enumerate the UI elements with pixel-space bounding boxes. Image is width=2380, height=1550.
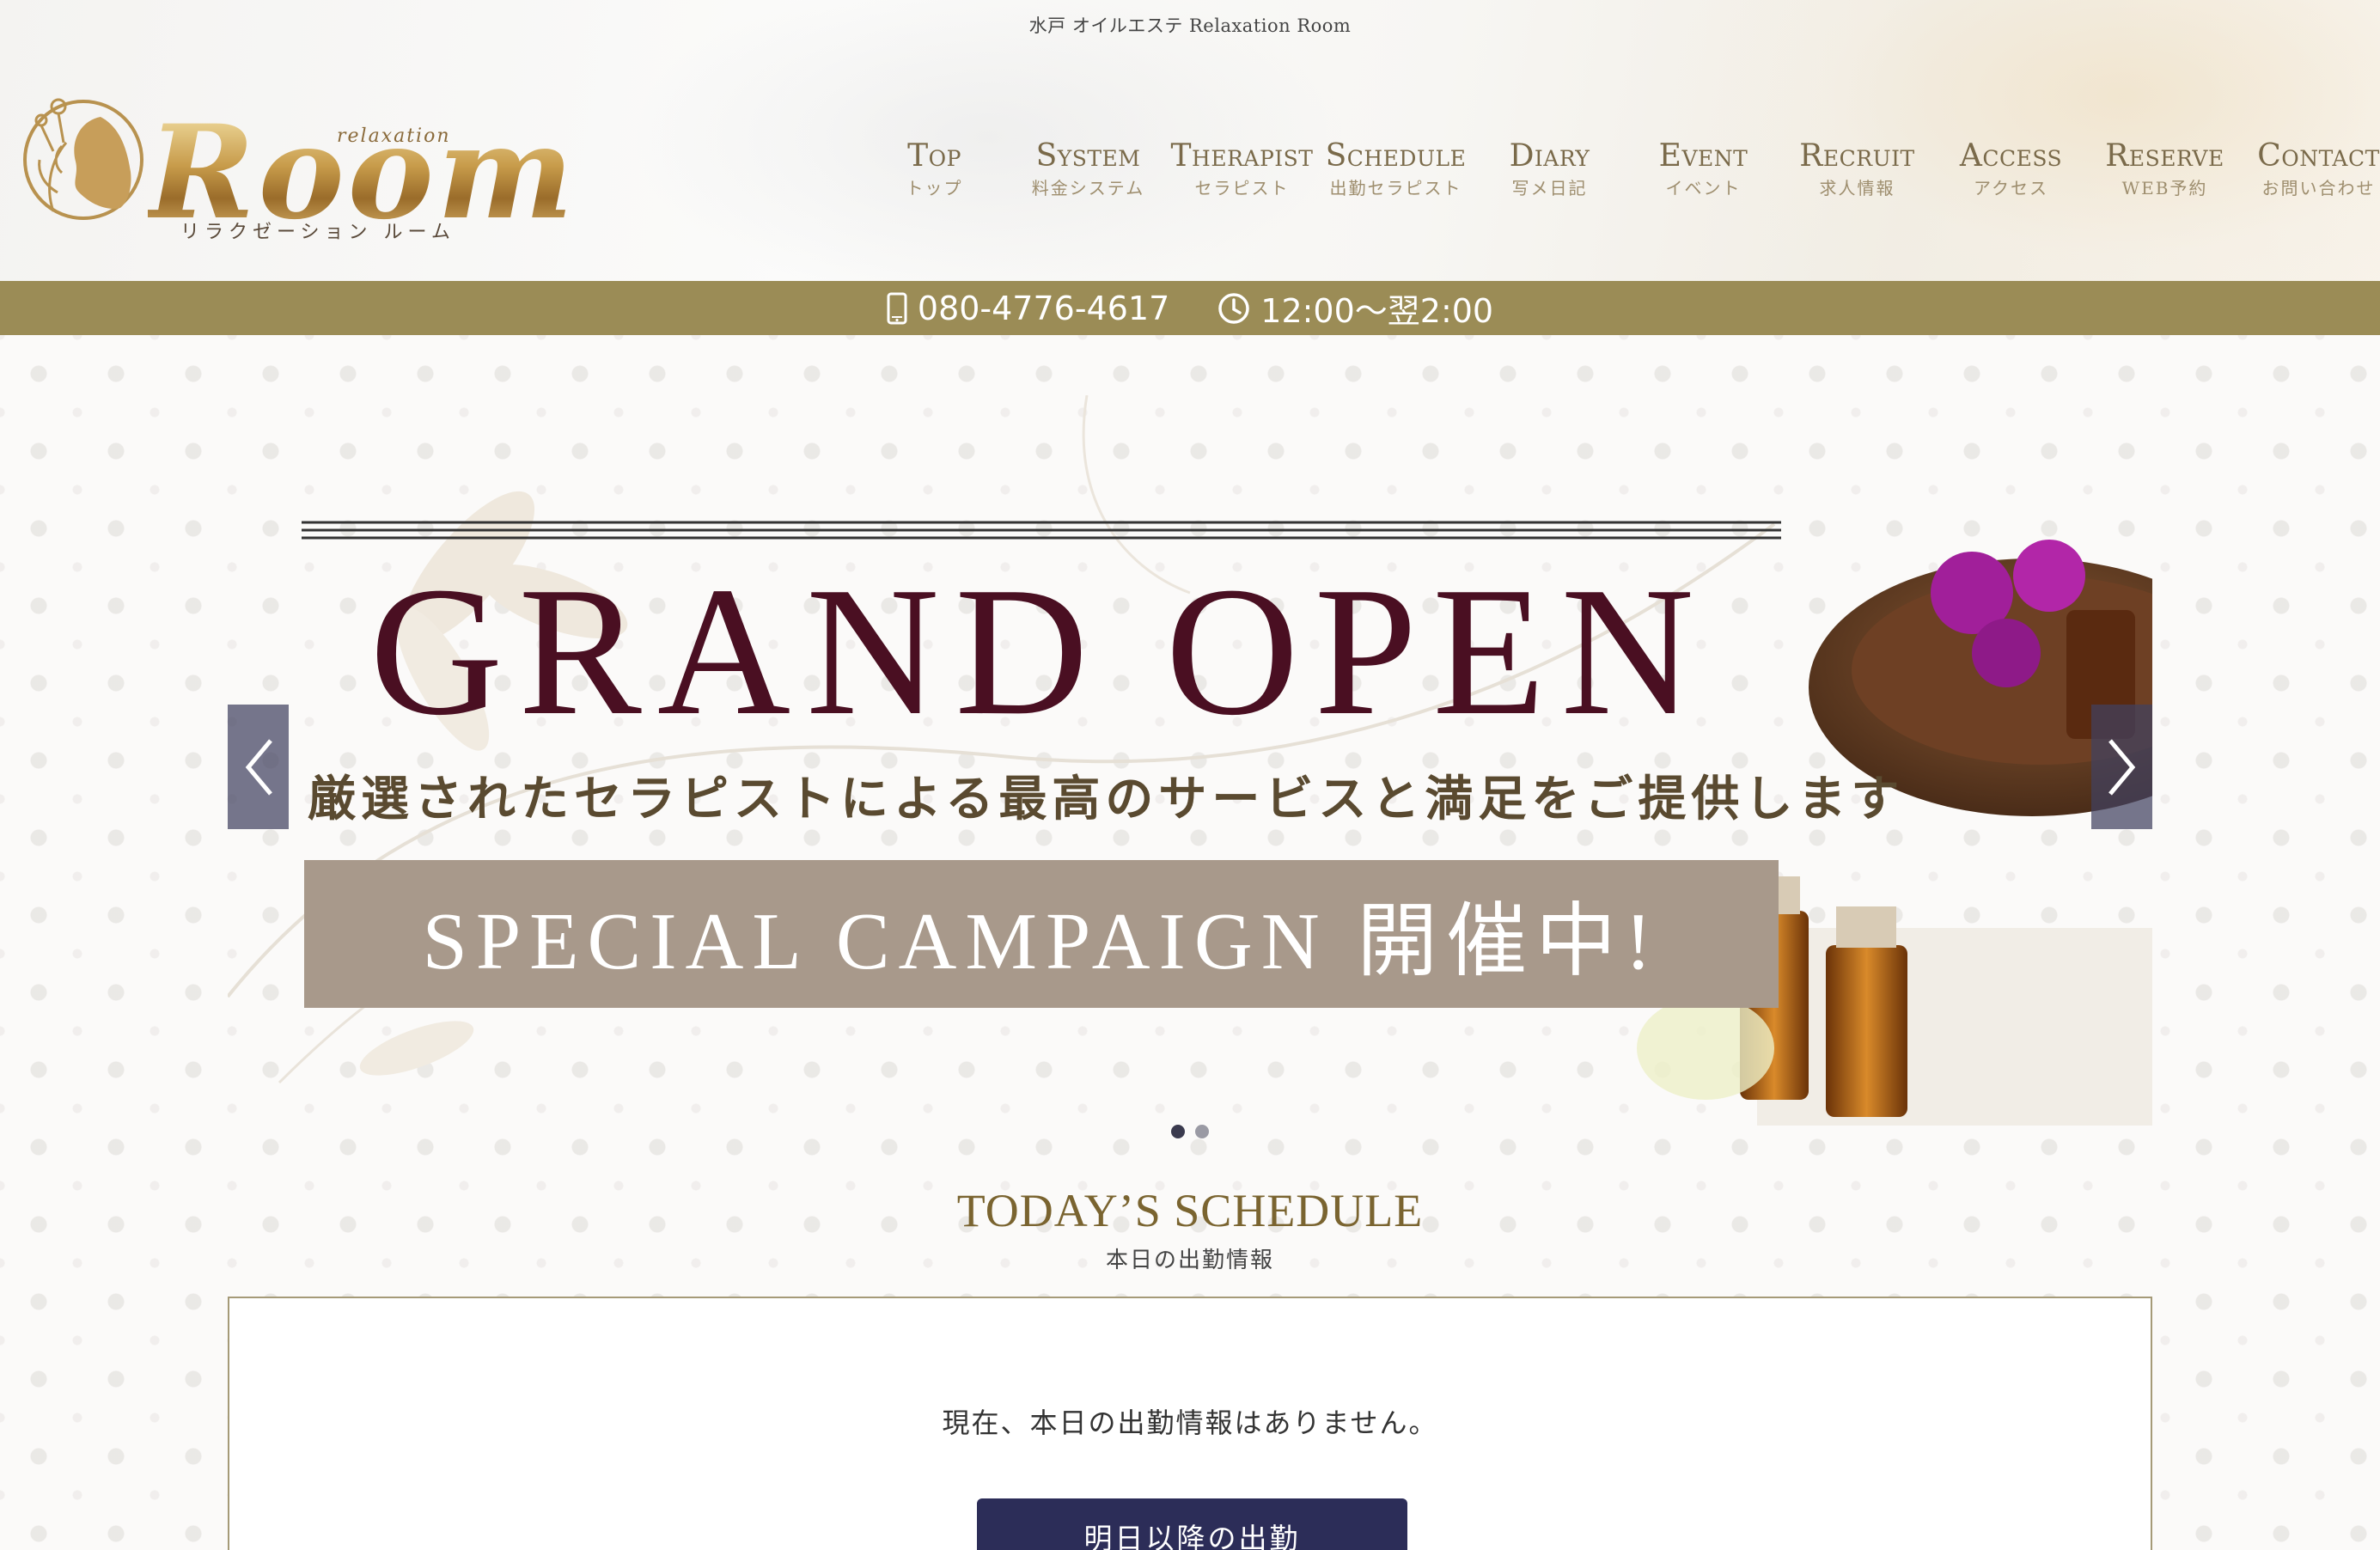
nav-label: Therapist (1170, 138, 1314, 174)
phone-link[interactable]: 080-4776-4617 (887, 290, 1169, 327)
nav-sublabel: 出勤セラピスト (1329, 178, 1462, 198)
nav-item-top[interactable]: Top トップ (857, 136, 1011, 204)
nav-label: Reserve (2105, 138, 2224, 174)
slider-dot-2[interactable] (1195, 1125, 1209, 1138)
nav-item-therapist[interactable]: Therapist セラピスト (1165, 136, 1319, 204)
nav-item-contact[interactable]: Contact お問い合わせ (2242, 136, 2380, 204)
nav-sublabel: 求人情報 (1819, 178, 1895, 198)
hours-text: 12:00～翌2:00 (1260, 292, 1494, 330)
nav-label: Top (907, 138, 961, 174)
slider-dot-1[interactable] (1171, 1125, 1185, 1138)
nav-item-diary[interactable]: Diary 写メ日記 (1473, 136, 1626, 204)
nav-sublabel: 写メ日記 (1511, 178, 1588, 198)
clock-icon (1218, 292, 1250, 324)
nav-item-access[interactable]: Access アクセス (1934, 136, 2088, 204)
hero-slider: GRAND OPEN 厳選されたセラピストによる最高のサービスと満足をご提供しま… (228, 395, 2152, 1126)
future-schedule-button[interactable]: 明日以降の出勤 (977, 1498, 1407, 1550)
schedule-panel: 現在、本日の出勤情報はありません。 明日以降の出勤 (228, 1297, 2152, 1550)
nav-label: Contact (2257, 138, 2380, 174)
site-header: 水戸 オイルエステ Relaxation Room relaxation Roo… (0, 0, 2380, 281)
nav-label: Access (1959, 138, 2063, 174)
slider-prev-button[interactable] (228, 705, 289, 829)
nav-label: Diary (1509, 138, 1590, 174)
campaign-banner: SPECIAL CAMPAIGN 開催中! (304, 860, 1779, 1008)
slider-pagination (0, 1125, 2380, 1138)
slide-subheading: 厳選されたセラピストによる最高のサービスと満足をご提供します (308, 772, 1905, 827)
nav-sublabel: アクセス (1974, 178, 2048, 198)
phone-number: 080-4776-4617 (917, 289, 1170, 327)
logo-kana: リラクゼーション ルーム (180, 222, 455, 243)
nav-label: Schedule (1325, 138, 1467, 174)
nav-item-reserve[interactable]: Reserve WEB予約 (2088, 136, 2242, 204)
contact-info-bar: 080-4776-4617 12:00～翌2:00 (0, 281, 2380, 335)
nav-sublabel: イベント (1665, 178, 1742, 198)
nav-label: Recruit (1799, 138, 1915, 174)
schedule-subheading: 本日の出勤情報 (1105, 1248, 1274, 1273)
main-nav: Top トップ System 料金システム Therapist セラピスト Sc… (857, 136, 2380, 204)
nav-label: System (1035, 138, 1141, 174)
slider-next-button[interactable] (2091, 705, 2152, 829)
smartphone-icon (887, 292, 907, 324)
nav-sublabel: 料金システム (1031, 178, 1145, 198)
nav-item-schedule[interactable]: Schedule 出勤セラピスト (1319, 136, 1473, 204)
site-logo[interactable]: relaxation Room リラクゼーション ルーム (19, 82, 573, 246)
schedule-empty-message: 現在、本日の出勤情報はありません。 (942, 1407, 1438, 1439)
logo-emblem-icon (23, 98, 143, 220)
nav-sublabel: セラピスト (1194, 178, 1290, 198)
nav-sublabel: トップ (906, 178, 963, 198)
nav-sublabel: WEB予約 (2121, 178, 2208, 198)
chevron-left-icon (245, 738, 272, 796)
chevron-right-icon (2108, 738, 2135, 796)
slide-heading: GRAND OPEN (369, 548, 1710, 754)
schedule-heading: TODAY’S SCHEDULE (956, 1185, 1424, 1236)
nav-item-recruit[interactable]: Recruit 求人情報 (1780, 136, 1934, 204)
nav-item-system[interactable]: System 料金システム (1011, 136, 1165, 204)
nav-item-event[interactable]: Event イベント (1626, 136, 1780, 204)
nav-sublabel: お問い合わせ (2261, 178, 2376, 198)
business-hours: 12:00～翌2:00 (1217, 284, 1493, 332)
nav-label: Event (1658, 138, 1748, 174)
site-tagline: 水戸 オイルエステ Relaxation Room (1028, 15, 1352, 36)
